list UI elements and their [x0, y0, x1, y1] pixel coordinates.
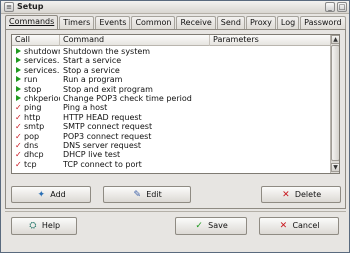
cell-call: dns [24, 140, 39, 150]
cell-command: DHCP live test [63, 150, 121, 160]
cell-command: Shutdown the system [63, 47, 151, 56]
cell-call: shutdown [24, 47, 60, 56]
table-row[interactable]: ✓ ping Ping a host [12, 103, 330, 112]
add-button-label: Add [50, 190, 66, 199]
tab-timers[interactable]: Timers [59, 16, 95, 29]
list-header: Call Command Parameters [12, 35, 330, 46]
cell-call: tcp [24, 159, 37, 169]
vertical-scrollbar[interactable]: ▲ ▼ [330, 35, 339, 173]
add-icon: ✦ [37, 190, 46, 200]
scroll-up-icon[interactable]: ▲ [331, 35, 339, 44]
check-icon: ✓ [15, 140, 22, 150]
table-row[interactable]: shutdown Shutdown the system [12, 47, 330, 56]
column-command[interactable]: Command [60, 35, 210, 46]
table-row[interactable]: services...Start a service [12, 56, 330, 65]
check-icon: ✓ [15, 122, 22, 132]
tab-receive[interactable]: Receive [176, 16, 216, 29]
table-row[interactable]: ✓ dns DNS server request [12, 141, 330, 150]
cell-call: stop [24, 84, 42, 94]
cell-command: HTTP HEAD request [63, 112, 142, 122]
table-row[interactable]: chkperiod Change POP3 check time period [12, 94, 330, 103]
tab-log[interactable]: Log [276, 16, 300, 29]
window-menu-icon[interactable]: ≡ [4, 2, 14, 12]
edit-button-label: Edit [146, 190, 162, 199]
tab-send[interactable]: Send [216, 16, 245, 29]
cell-command: Stop and exit program [63, 84, 153, 94]
table-row[interactable]: ✓ dhcp DHCP live test [12, 150, 330, 159]
cell-command: DNS server request [63, 140, 142, 150]
add-button[interactable]: ✦ Add [11, 186, 91, 203]
help-button[interactable]: ⛭ Help [11, 217, 77, 235]
delete-button[interactable]: ✕ Delete [261, 186, 341, 203]
table-row[interactable]: services...Stop a service [12, 66, 330, 75]
check-icon: ✓ [15, 103, 22, 113]
save-button[interactable]: ✓ Save [175, 217, 247, 235]
table-row[interactable]: ✓ pop POP3 connect request [12, 132, 330, 141]
cell-call: smtp [24, 122, 45, 132]
cell-command: Change POP3 check time period [63, 93, 192, 103]
cell-call: services... [24, 56, 60, 66]
check-icon: ✓ [15, 150, 22, 160]
tab-password[interactable]: Password [300, 16, 346, 29]
tab-common[interactable]: Common [131, 16, 176, 29]
table-row[interactable]: ✓ tcp TCP connect to port [12, 160, 330, 169]
play-icon [16, 66, 21, 73]
column-parameters[interactable]: Parameters [210, 35, 330, 46]
red-x-icon: ✕ [279, 221, 288, 231]
play-icon [16, 85, 21, 92]
delete-button-label: Delete [294, 190, 322, 199]
cell-call: http [24, 112, 41, 122]
title-bar[interactable]: ≡ Setup _ □ [1, 1, 349, 14]
cell-command: POP3 connect request [63, 131, 152, 141]
check-icon: ✓ [15, 131, 22, 141]
play-icon [16, 94, 21, 101]
check-icon: ✓ [15, 112, 22, 122]
commands-list[interactable]: Call Command Parameters shutdown Shutdown… [11, 34, 340, 174]
cell-call: pop [24, 131, 40, 141]
separator [5, 211, 346, 212]
cell-command: Ping a host [63, 103, 108, 113]
cell-call: chkperiod [24, 93, 60, 103]
play-icon [16, 57, 21, 64]
commands-panel: Call Command Parameters shutdown Shutdown… [5, 29, 346, 209]
table-row[interactable]: stop Stop and exit program [12, 85, 330, 94]
setup-window: ≡ Setup _ □ Commands Timers Events Commo… [0, 0, 350, 253]
check-icon: ✓ [15, 159, 22, 169]
window-title: Setup [17, 2, 44, 11]
help-button-label: Help [41, 221, 61, 230]
table-row[interactable]: ✓ http HTTP HEAD request [12, 113, 330, 122]
column-call[interactable]: Call [12, 35, 60, 46]
tab-bar: Commands Timers Events Common Receive Se… [5, 15, 347, 29]
cell-command: TCP connect to port [63, 159, 142, 169]
cell-command: Stop a service [63, 65, 120, 75]
pencil-icon: ✎ [133, 190, 142, 200]
cell-call: dhcp [24, 150, 44, 160]
play-icon [16, 76, 21, 83]
tab-proxy[interactable]: Proxy [245, 16, 276, 29]
help-icon: ⛭ [29, 221, 37, 231]
save-button-label: Save [208, 221, 228, 230]
table-row[interactable]: run Run a program [12, 75, 330, 84]
red-x-icon: ✕ [282, 190, 290, 200]
cell-call: services... [24, 65, 60, 75]
cell-command: Start a service [63, 56, 122, 66]
cell-command: Run a program [63, 75, 123, 85]
scroll-down-icon[interactable]: ▼ [331, 163, 339, 172]
cell-command: SMTP connect request [63, 122, 153, 132]
cell-call: run [24, 75, 38, 85]
minimize-icon[interactable]: _ [325, 2, 335, 12]
cancel-button[interactable]: ✕ Cancel [259, 217, 339, 235]
play-icon [16, 48, 21, 54]
tab-commands[interactable]: Commands [5, 15, 59, 29]
cell-call: ping [24, 103, 42, 113]
maximize-icon[interactable]: □ [337, 2, 347, 12]
green-check-icon: ✓ [195, 221, 203, 231]
scroll-thumb[interactable] [331, 45, 339, 161]
edit-button[interactable]: ✎ Edit [103, 186, 191, 203]
list-rows: shutdownShutdown the systemservices...St… [12, 47, 330, 169]
cancel-button-label: Cancel [292, 221, 320, 230]
tab-events[interactable]: Events [95, 16, 131, 29]
table-row[interactable]: ✓ smtp SMTP connect request [12, 122, 330, 131]
